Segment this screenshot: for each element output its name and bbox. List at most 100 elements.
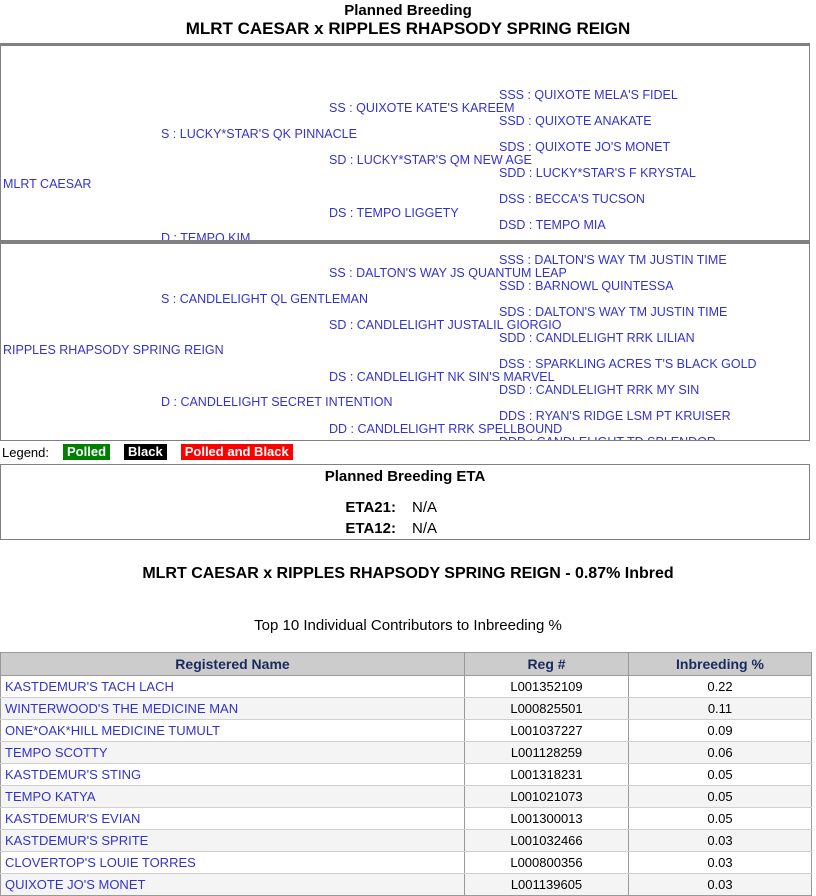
eta-panel: Planned Breeding ETA ETA21: N/A ETA12: N/A xyxy=(0,464,810,540)
registered-name-link[interactable]: KASTDEMUR'S TACH LACH xyxy=(5,679,174,694)
table-row: KASTDEMUR'S SPRITE L001032466 0.03 xyxy=(0,829,812,852)
legend-chip-polled-and-black: Polled and Black xyxy=(180,444,293,460)
pedigree-gen3-ssd[interactable]: SSD : BARNOWL QUINTESSA xyxy=(499,279,674,293)
registered-name-link[interactable]: KASTDEMUR'S STING xyxy=(5,767,141,782)
cell-reg-number: L001021073 xyxy=(464,785,629,808)
pedigree-gen1-s[interactable]: S : CANDLELIGHT QL GENTLEMAN xyxy=(161,292,368,306)
pedigree-gen3-sds[interactable]: SDS : QUIXOTE JO'S MONET xyxy=(499,140,670,154)
pedigree-gen3-ssd[interactable]: SSD : QUIXOTE ANAKATE xyxy=(499,114,652,128)
eta-title: Planned Breeding ETA xyxy=(324,468,486,485)
cell-reg-number: L001037227 xyxy=(464,719,629,742)
pedigree-gen2-ss[interactable]: SS : QUIXOTE KATE'S KAREEM xyxy=(329,101,515,115)
page-title: Planned Breeding xyxy=(344,2,472,19)
pedigree-gen3-sds[interactable]: SDS : DALTON'S WAY TM JUSTIN TIME xyxy=(499,305,727,319)
pedigree-gen3-sss[interactable]: SSS : DALTON'S WAY TM JUSTIN TIME xyxy=(499,253,727,267)
eta12-label: ETA12: xyxy=(345,520,396,537)
pedigree-gen2-dd[interactable]: DD : CANDLELIGHT RRK SPELLBOUND xyxy=(329,422,562,436)
legend-chip-black: Black xyxy=(124,444,167,460)
table-row: KASTDEMUR'S EVIAN L001300013 0.05 xyxy=(0,807,812,830)
pedigree-gen3-dds[interactable]: DDS : RYAN'S RIDGE LSM PT KRUISER xyxy=(499,409,731,423)
pedigree-gen3-dsd[interactable]: DSD : CANDLELIGHT RRK MY SIN xyxy=(499,383,699,397)
registered-name-link[interactable]: ONE*OAK*HILL MEDICINE TUMULT xyxy=(5,723,220,738)
cell-reg-number: L001318231 xyxy=(464,763,629,786)
cell-registered-name: KASTDEMUR'S SPRITE xyxy=(0,829,465,852)
pedigree-root[interactable]: RIPPLES RHAPSODY SPRING REIGN xyxy=(3,343,224,357)
page-header: Planned Breeding MLRT CAESAR x RIPPLES R… xyxy=(0,2,816,39)
registered-name-link[interactable]: WINTERWOOD'S THE MEDICINE MAN xyxy=(5,701,238,716)
table-header-row: Registered Name Reg # Inbreeding % xyxy=(0,652,812,676)
pedigree-root[interactable]: MLRT CAESAR xyxy=(3,177,91,191)
cell-inbreeding-pct: 0.06 xyxy=(628,741,812,764)
pedigree-gen2-ss[interactable]: SS : DALTON'S WAY JS QUANTUM LEAP xyxy=(329,266,567,280)
cell-registered-name: KASTDEMUR'S STING xyxy=(0,763,465,786)
inbreeding-title: MLRT CAESAR x RIPPLES RHAPSODY SPRING RE… xyxy=(142,565,674,582)
pedigree-gen3-sdd[interactable]: SDD : LUCKY*STAR'S F KRYSTAL xyxy=(499,166,696,180)
pedigree-gen1-d[interactable]: D : TEMPO KIM xyxy=(161,231,250,240)
cell-inbreeding-pct: 0.11 xyxy=(628,697,812,720)
eta-row: ETA21: N/A xyxy=(1,497,809,518)
cell-inbreeding-pct: 0.03 xyxy=(628,873,812,896)
cell-inbreeding-pct: 0.03 xyxy=(628,851,812,874)
eta21-label: ETA21: xyxy=(345,499,396,516)
contributors-subtitle: Top 10 Individual Contributors to Inbree… xyxy=(254,617,562,634)
eta-row: ETA12: N/A xyxy=(1,518,809,539)
table-row: ONE*OAK*HILL MEDICINE TUMULT L001037227 0.… xyxy=(0,719,812,742)
cell-registered-name: QUIXOTE JO'S MONET xyxy=(0,873,465,896)
cell-inbreeding-pct: 0.09 xyxy=(628,719,812,742)
cell-registered-name: TEMPO SCOTTY xyxy=(0,741,465,764)
legend-chip-polled: Polled xyxy=(63,444,111,460)
cell-registered-name: TEMPO KATYA xyxy=(0,785,465,808)
column-header-inbreeding-pct[interactable]: Inbreeding % xyxy=(628,652,812,676)
pedigree-gen2-sd[interactable]: SD : LUCKY*STAR'S QM NEW AGE xyxy=(329,153,532,167)
cell-inbreeding-pct: 0.22 xyxy=(628,675,812,698)
pedigree-gen3-dss[interactable]: DSS : SPARKLING ACRES T'S BLACK GOLD xyxy=(499,357,757,371)
page-subtitle: MLRT CAESAR x RIPPLES RHAPSODY SPRING RE… xyxy=(185,19,631,38)
registered-name-link[interactable]: QUIXOTE JO'S MONET xyxy=(5,877,145,892)
cell-registered-name: ONE*OAK*HILL MEDICINE TUMULT xyxy=(0,719,465,742)
pedigree-gen3-dss[interactable]: DSS : BECCA'S TUCSON xyxy=(499,192,645,206)
pedigree-gen2-ds[interactable]: DS : TEMPO LIGGETY xyxy=(329,206,459,220)
pedigree-gen2-sd[interactable]: SD : CANDLELIGHT JUSTALIL GIORGIO xyxy=(329,318,561,332)
cell-registered-name: WINTERWOOD'S THE MEDICINE MAN xyxy=(0,697,465,720)
contributors-table: Registered Name Reg # Inbreeding % KASTD… xyxy=(0,652,812,896)
cell-reg-number: L001352109 xyxy=(464,675,629,698)
cell-registered-name: KASTDEMUR'S EVIAN xyxy=(0,807,465,830)
pedigree-gen3-dsd[interactable]: DSD : TEMPO MIA xyxy=(499,218,606,232)
eta-values: ETA21: N/A ETA12: N/A xyxy=(1,497,809,539)
pedigree-gen3-sdd[interactable]: SDD : CANDLELIGHT RRK LILIAN xyxy=(499,331,695,345)
table-row: TEMPO KATYA L001021073 0.05 xyxy=(0,785,812,808)
cell-reg-number: L001032466 xyxy=(464,829,629,852)
eta21-value: N/A xyxy=(412,499,438,516)
cell-inbreeding-pct: 0.05 xyxy=(628,785,812,808)
column-header-registered-name[interactable]: Registered Name xyxy=(0,652,465,676)
cell-reg-number: L001300013 xyxy=(464,807,629,830)
pedigree-sire: MLRT CAESAR S : LUCKY*STAR'S QK PINNACLE… xyxy=(0,43,810,241)
table-row: KASTDEMUR'S STING L001318231 0.05 xyxy=(0,763,812,786)
cell-inbreeding-pct: 0.05 xyxy=(628,807,812,830)
table-row: CLOVERTOP'S LOUIE TORRES L000800356 0.03 xyxy=(0,851,812,874)
pedigree-gen1-s[interactable]: S : LUCKY*STAR'S QK PINNACLE xyxy=(161,127,357,141)
registered-name-link[interactable]: CLOVERTOP'S LOUIE TORRES xyxy=(5,855,196,870)
pedigree-gen2-ds[interactable]: DS : CANDLELIGHT NK SIN'S MARVEL xyxy=(329,370,555,384)
table-row: TEMPO SCOTTY L001128259 0.06 xyxy=(0,741,812,764)
legend: Legend: Polled Black Polled and Black xyxy=(0,442,816,463)
cell-registered-name: KASTDEMUR'S TACH LACH xyxy=(0,675,465,698)
registered-name-link[interactable]: KASTDEMUR'S SPRITE xyxy=(5,833,148,848)
cell-inbreeding-pct: 0.05 xyxy=(628,763,812,786)
legend-label: Legend: xyxy=(2,445,49,460)
cell-reg-number: L001139605 xyxy=(464,873,629,896)
table-row: QUIXOTE JO'S MONET L001139605 0.03 xyxy=(0,873,812,896)
cell-reg-number: L000800356 xyxy=(464,851,629,874)
cell-reg-number: L001128259 xyxy=(464,741,629,764)
pedigree-gen3-ddd[interactable]: DDD : CANDLELIGHT TD SPLENDOR xyxy=(499,435,716,440)
cell-reg-number: L000825501 xyxy=(464,697,629,720)
pedigree-gen1-d[interactable]: D : CANDLELIGHT SECRET INTENTION xyxy=(161,395,393,409)
cell-inbreeding-pct: 0.03 xyxy=(628,829,812,852)
registered-name-link[interactable]: TEMPO SCOTTY xyxy=(5,745,108,760)
table-row: WINTERWOOD'S THE MEDICINE MAN L000825501 0… xyxy=(0,697,812,720)
pedigree-dam: RIPPLES RHAPSODY SPRING REIGN S : CANDLE… xyxy=(0,241,810,441)
registered-name-link[interactable]: KASTDEMUR'S EVIAN xyxy=(5,811,140,826)
column-header-reg-number[interactable]: Reg # xyxy=(464,652,629,676)
registered-name-link[interactable]: TEMPO KATYA xyxy=(5,789,96,804)
pedigree-gen3-sss[interactable]: SSS : QUIXOTE MELA'S FIDEL xyxy=(499,88,678,102)
